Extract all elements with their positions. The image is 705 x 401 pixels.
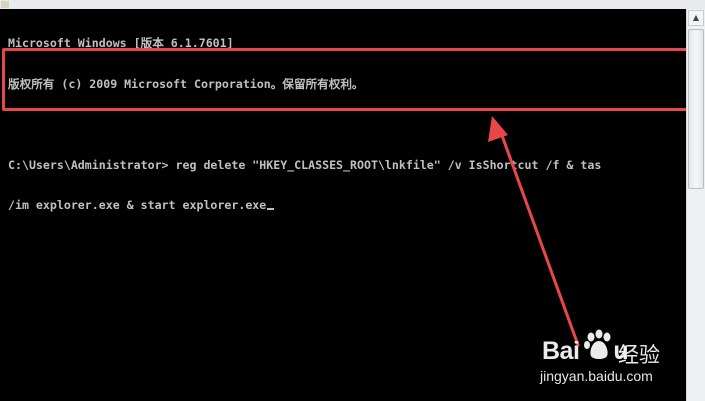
console-line-command-continued: /im explorer.exe & start explorer.exe [8, 198, 688, 213]
highlight-box [2, 48, 694, 111]
baidu-jingyan-watermark: Bai u 经验 jingyan.baidu.com [530, 322, 700, 392]
title-bar-icon [1, 1, 9, 8]
console-window: Microsoft Windows [版本 6.1.7601] 版权所有 (c)… [0, 0, 705, 401]
paw-icon [584, 329, 611, 359]
text-cursor [267, 208, 275, 210]
console-line-command: C:\Users\Administrator> reg delete "HKEY… [8, 157, 602, 172]
watermark-brand-prefix: Bai [542, 337, 580, 365]
console-output[interactable]: Microsoft Windows [版本 6.1.7601] 版权所有 (c)… [8, 10, 688, 240]
scroll-up-icon[interactable]: ▲ [688, 10, 704, 26]
watermark-url: jingyan.baidu.com [540, 368, 653, 384]
console-command-wrap: /im explorer.exe & start explorer.exe [8, 198, 267, 212]
watermark-label: 经验 [618, 343, 660, 367]
window-top-edge [0, 0, 705, 9]
console-line-blank [8, 118, 688, 132]
scroll-thumb[interactable] [688, 29, 704, 189]
